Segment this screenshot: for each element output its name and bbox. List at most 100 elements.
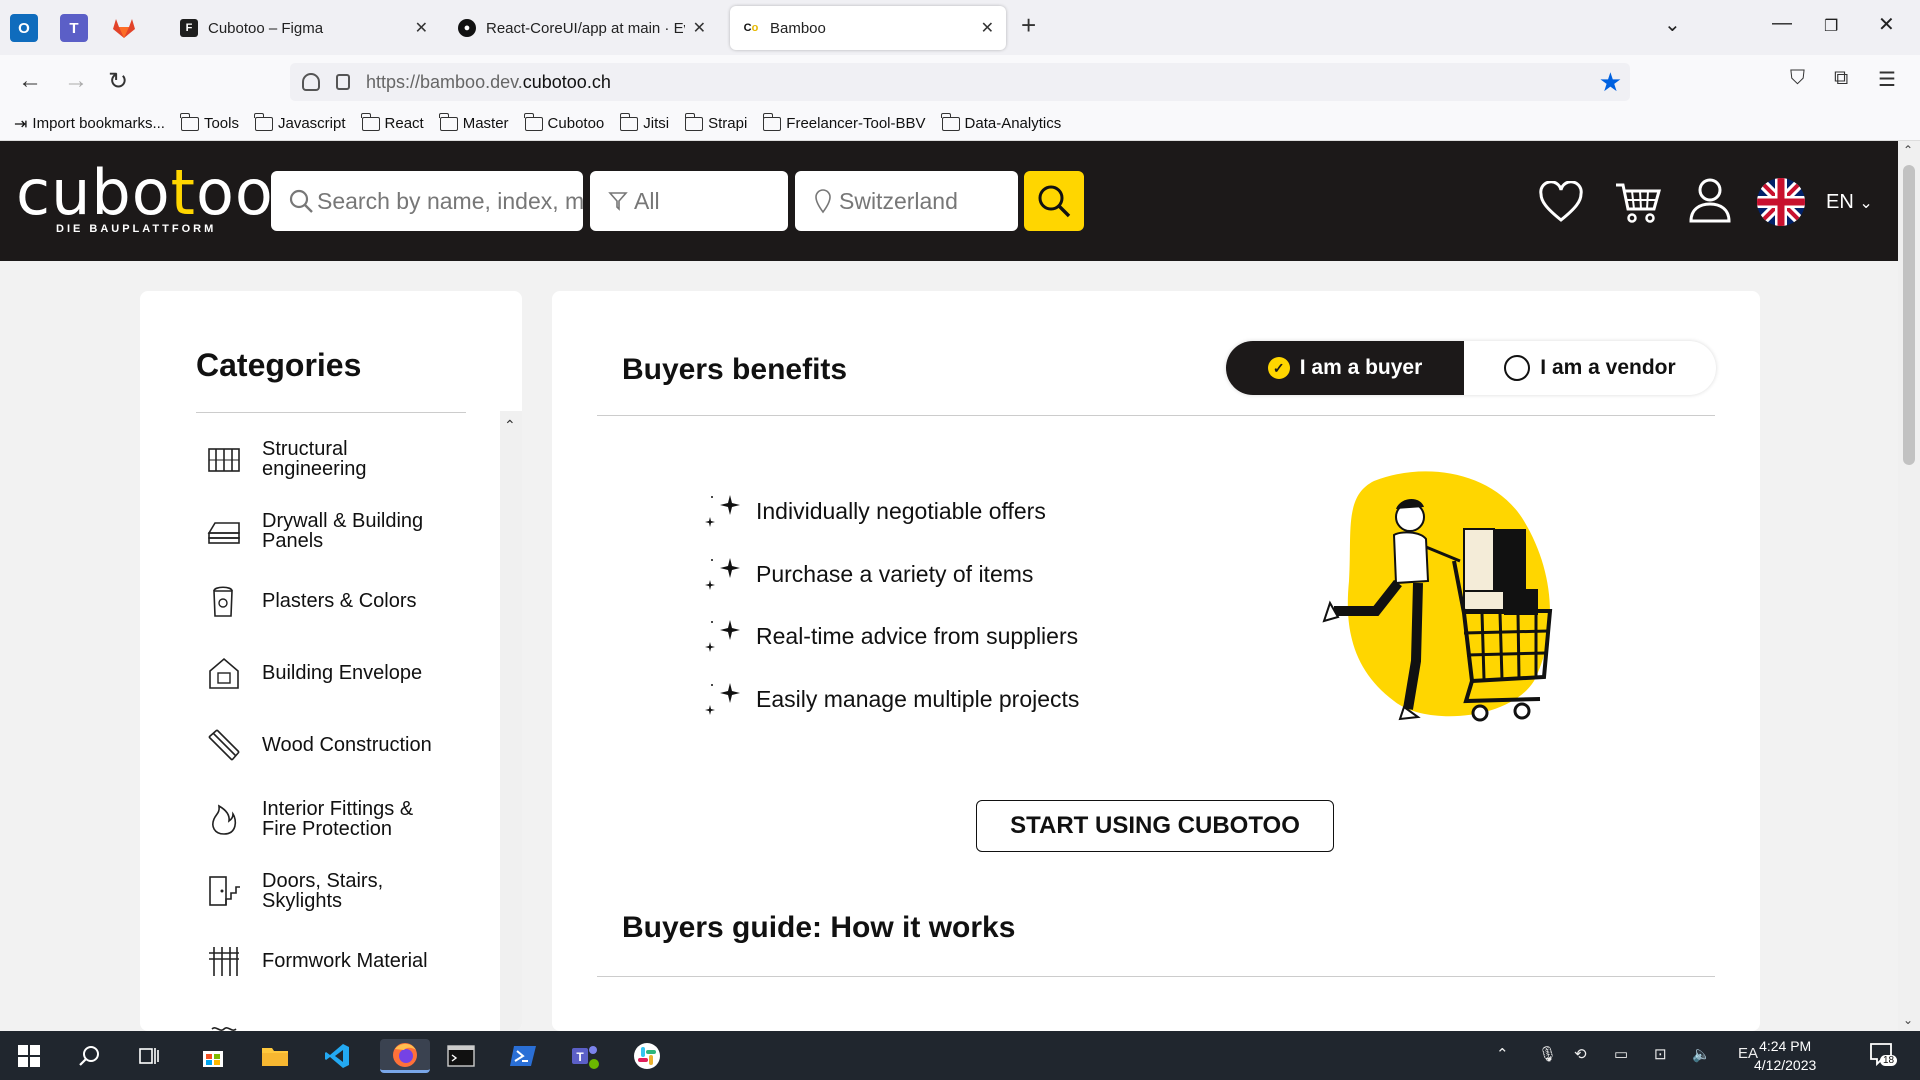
notifications-icon[interactable]: 18 <box>1868 1041 1898 1071</box>
reload-button[interactable]: ↻ <box>108 67 128 96</box>
bookmark-label: Jitsi <box>643 115 670 132</box>
chevron-down-icon: ⌄ <box>1859 195 1873 212</box>
page-scrollbar[interactable]: ⌃ ⌄ <box>1898 141 1920 1031</box>
start-button[interactable] <box>12 1039 46 1073</box>
sidebar-title: Categories <box>196 347 362 383</box>
bookmark-folder[interactable]: Jitsi <box>619 112 670 132</box>
battery-icon[interactable]: ▭ <box>1614 1045 1628 1063</box>
buyer-option[interactable]: ✓ I am a buyer <box>1226 341 1464 395</box>
favorites-heart-icon[interactable] <box>1538 181 1584 223</box>
uk-flag-icon[interactable] <box>1756 177 1806 227</box>
firefox-taskbar-icon[interactable] <box>380 1039 430 1073</box>
onedrive-icon[interactable]: ⟲ <box>1574 1045 1587 1063</box>
category-building-envelope[interactable]: Building Envelope <box>206 655 476 691</box>
category-partial[interactable] <box>206 1015 476 1031</box>
drywall-icon <box>207 522 240 544</box>
language-code: EN <box>1826 191 1854 213</box>
back-button[interactable]: ← <box>18 67 42 95</box>
benefit-item: Individually negotiable offers <box>702 489 1046 533</box>
system-clock[interactable]: 4:24 PM 4/12/2023 <box>1754 1037 1816 1075</box>
bookmark-import[interactable]: ⇥ Import bookmarks... <box>14 114 165 134</box>
benefits-panel: Buyers benefits ✓ I am a buyer I am a ve… <box>552 291 1760 1031</box>
language-selector[interactable]: EN ⌄ <box>1826 191 1873 214</box>
list-all-tabs-icon[interactable]: ⌄ <box>1664 12 1681 37</box>
search-button[interactable] <box>1024 171 1084 231</box>
start-using-button[interactable]: START USING CUBOTOO <box>976 800 1334 852</box>
scroll-up-icon[interactable]: ⌃ <box>1903 143 1913 157</box>
close-window-button[interactable]: ✕ <box>1878 12 1895 37</box>
gitlab-pinned-tab[interactable] <box>110 14 138 42</box>
teams-taskbar-icon[interactable]: T <box>568 1039 602 1073</box>
bookmark-folder[interactable]: React <box>360 112 424 132</box>
close-tab-icon[interactable]: ✕ <box>981 18 994 38</box>
divider <box>597 415 1715 416</box>
bookmark-folder[interactable]: Strapi <box>684 112 747 132</box>
bookmark-label: Tools <box>203 115 239 132</box>
category-wood-construction[interactable]: Wood Construction <box>206 727 476 763</box>
category-interior-fittings[interactable]: Interior Fittings & Fire Protection <box>206 799 476 839</box>
bookmark-label: Data-Analytics <box>964 115 1062 132</box>
vendor-option[interactable]: I am a vendor <box>1464 341 1716 395</box>
close-tab-icon[interactable]: ✕ <box>415 18 428 38</box>
folder-icon <box>762 112 782 131</box>
bookmark-folder[interactable]: Tools <box>180 112 239 132</box>
scroll-up-icon[interactable]: ⌃ <box>504 417 516 434</box>
category-filter-select[interactable]: All <box>590 171 788 231</box>
forward-button[interactable]: → <box>64 67 88 95</box>
role-toggle[interactable]: ✓ I am a buyer I am a vendor <box>1226 341 1716 395</box>
file-explorer-taskbar-icon[interactable] <box>258 1039 292 1073</box>
scrollbar-thumb[interactable] <box>1903 165 1915 465</box>
category-structural-engineering[interactable]: Structural engineering <box>206 439 476 479</box>
category-doors-stairs[interactable]: Doors, Stairs, Skylights <box>206 871 476 911</box>
minimize-button[interactable]: — <box>1772 12 1792 35</box>
bookmark-folder[interactable]: Master <box>439 112 509 132</box>
menu-icon[interactable]: ☰ <box>1878 67 1896 92</box>
outlook-pinned-tab[interactable]: O <box>10 14 38 42</box>
search-input[interactable]: Search by name, index, m <box>271 171 583 231</box>
category-plasters[interactable]: Plasters & Colors <box>206 583 476 619</box>
show-hidden-icons[interactable]: ⌃ <box>1496 1045 1509 1063</box>
pocket-icon[interactable]: ⛉ <box>1790 67 1805 90</box>
user-account-icon[interactable] <box>1688 177 1732 223</box>
new-tab-button[interactable]: + <box>1021 10 1036 41</box>
network-icon[interactable]: ⊡ <box>1654 1045 1667 1063</box>
shield-icon[interactable] <box>302 73 320 91</box>
url-bar[interactable]: https://bamboo.dev.cubotoo.ch ★ <box>290 63 1630 101</box>
location-select[interactable]: Switzerland <box>795 171 1018 231</box>
volume-icon[interactable]: 🔈 <box>1692 1045 1711 1063</box>
cart-icon[interactable] <box>1614 179 1662 225</box>
bookmark-folder[interactable]: Freelancer-Tool-BBV <box>762 112 926 132</box>
restore-button[interactable]: ❐ <box>1824 16 1838 36</box>
house-icon <box>209 657 239 689</box>
bookmark-label: React <box>384 115 424 132</box>
store-taskbar-icon[interactable] <box>196 1039 230 1073</box>
search-taskbar-icon[interactable] <box>72 1039 106 1073</box>
sparkle-icon <box>705 683 740 715</box>
slack-taskbar-icon[interactable] <box>630 1039 664 1073</box>
bookmark-star-icon[interactable]: ★ <box>1599 67 1622 98</box>
category-label: Panels <box>262 530 324 552</box>
teams-pinned-tab[interactable]: T <box>60 14 88 42</box>
task-view-icon[interactable] <box>132 1039 166 1073</box>
tab-bamboo[interactable]: Co Bamboo ✕ <box>730 6 1006 50</box>
vscode-taskbar-icon[interactable] <box>320 1039 354 1073</box>
bookmark-folder[interactable]: Cubotoo <box>523 112 604 132</box>
category-formwork[interactable]: Formwork Material <box>206 943 476 979</box>
site-header: cubotoo DIE BAUPLATTFORM Search by name,… <box>0 141 1898 261</box>
folder-icon <box>262 1048 288 1066</box>
bookmark-folder[interactable]: Javascript <box>254 112 346 132</box>
microphone-icon[interactable]: 🎙 <box>1538 1045 1557 1063</box>
url-text[interactable]: https://bamboo.dev.cubotoo.ch <box>366 72 611 93</box>
extensions-icon[interactable]: ⧉ <box>1834 67 1848 90</box>
tab-figma[interactable]: F Cubotoo – Figma ✕ <box>168 6 440 50</box>
terminal-taskbar-icon[interactable] <box>444 1039 478 1073</box>
lock-icon[interactable] <box>336 74 350 90</box>
sidebar-scrollbar[interactable]: ⌃ <box>500 411 522 1031</box>
bookmark-folder[interactable]: Data-Analytics <box>940 112 1062 132</box>
tab-github[interactable]: ● React-CoreUI/app at main · Eva ✕ <box>446 6 718 50</box>
category-drywall[interactable]: Drywall & Building Panels <box>206 511 476 551</box>
powershell-taskbar-icon[interactable] <box>506 1039 540 1073</box>
scroll-down-icon[interactable]: ⌄ <box>1903 1013 1913 1027</box>
close-tab-icon[interactable]: ✕ <box>693 18 706 38</box>
cubotoo-logo[interactable]: cubotoo DIE BAUPLATTFORM <box>16 162 274 236</box>
